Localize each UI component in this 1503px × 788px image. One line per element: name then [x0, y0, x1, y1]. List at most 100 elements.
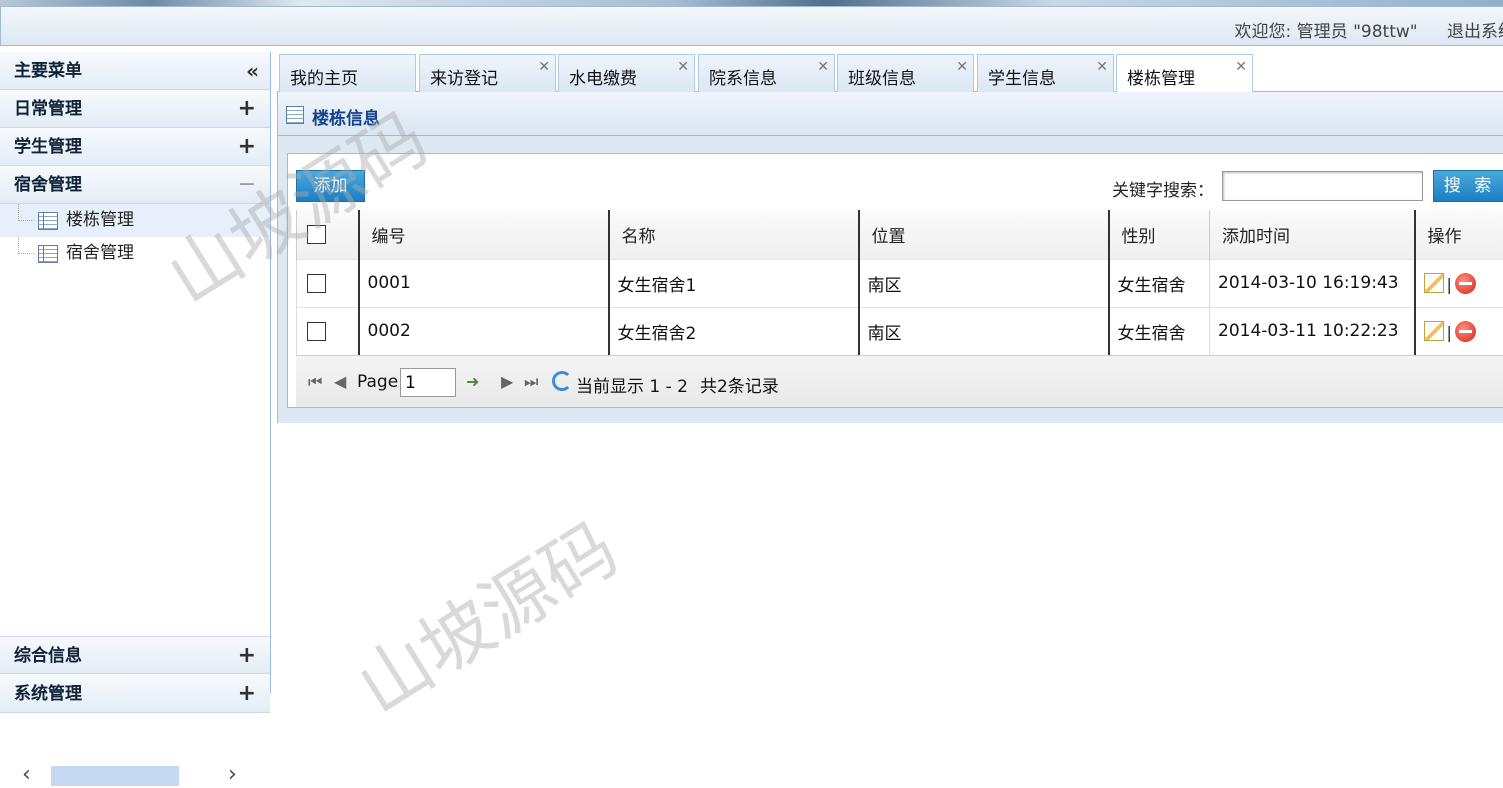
tab-class[interactable]: 班级信息 ✕ [837, 54, 974, 92]
last-page-icon[interactable]: ⏭ [524, 372, 538, 392]
search-button[interactable]: 搜 索 [1433, 170, 1503, 202]
page-number-input[interactable] [400, 368, 456, 397]
tab-home[interactable]: 我的主页 [279, 54, 416, 92]
refresh-icon[interactable] [552, 371, 572, 391]
cell-id: 0001 [359, 259, 609, 307]
close-icon[interactable]: ✕ [817, 59, 829, 75]
pagination-bar: ⏮ ◀ Page ➜ ▶ ⏭ 当前显示 1 - 2共2条记录 [296, 355, 1503, 407]
scroll-left-icon[interactable]: ‹ [22, 762, 31, 787]
panel-title: 楼栋信息 [312, 104, 380, 129]
sidebar-section-dorm[interactable]: 宿舍管理 − [0, 166, 270, 204]
sidebar-section-student[interactable]: 学生管理 + [0, 128, 270, 166]
scrollbar-thumb[interactable] [51, 766, 179, 786]
sidebar-section-daily[interactable]: 日常管理 + [0, 90, 270, 128]
cell-actions: | [1415, 259, 1503, 307]
table-header-row: 编号 名称 位置 性别 添加时间 操作 [297, 210, 1503, 259]
column-header-name[interactable]: 名称 [609, 210, 859, 259]
expand-plus-icon[interactable]: + [238, 675, 256, 713]
delete-icon[interactable] [1455, 321, 1476, 342]
cell-id: 0002 [359, 307, 609, 355]
tree-line [18, 237, 34, 254]
sidebar-item-dorm[interactable]: 宿舍管理 [0, 237, 270, 270]
column-header-location[interactable]: 位置 [859, 210, 1109, 259]
sidebar-section-label: 学生管理 [14, 137, 82, 157]
close-icon[interactable]: ✕ [677, 59, 689, 75]
tab-utility[interactable]: 水电缴费 ✕ [558, 54, 695, 92]
scroll-right-icon[interactable]: › [228, 762, 237, 787]
tree-line [18, 204, 34, 221]
building-table: 编号 名称 位置 性别 添加时间 操作 0001 女生宿舍1 南区 女生宿舍 2… [296, 210, 1503, 355]
column-header-gender[interactable]: 性别 [1109, 210, 1210, 259]
tab-strip: 我的主页 来访登记 ✕ 水电缴费 ✕ 院系信息 ✕ 班级信息 ✕ 学生信息 ✕ … [277, 52, 1503, 92]
cell-name: 女生宿舍2 [609, 307, 859, 355]
column-header-actions: 操作 [1415, 210, 1503, 259]
tab-label: 院系信息 [709, 69, 777, 89]
sidebar-section-system[interactable]: 系统管理 + [0, 675, 270, 713]
table-icon [38, 212, 58, 230]
table-row[interactable]: 0002 女生宿舍2 南区 女生宿舍 2014-03-11 10:22:23 | [297, 307, 1503, 355]
cell-location: 南区 [859, 307, 1109, 355]
close-icon[interactable]: ✕ [1096, 59, 1108, 75]
row-select-cell [297, 307, 359, 355]
add-button[interactable]: 添加 [296, 170, 365, 202]
pager-status: 当前显示 1 - 2 [576, 377, 688, 397]
prev-page-icon[interactable]: ◀ [334, 372, 346, 391]
watermark: 山坡源码 [334, 492, 634, 734]
table-row[interactable]: 0001 女生宿舍1 南区 女生宿舍 2014-03-10 16:19:43 | [297, 259, 1503, 307]
row-checkbox[interactable] [307, 322, 326, 341]
sidebar-item-label: 楼栋管理 [66, 210, 134, 230]
tab-label: 来访登记 [430, 69, 498, 89]
sidebar-item-building[interactable]: 楼栋管理 [0, 204, 270, 237]
go-page-icon[interactable]: ➜ [466, 372, 479, 391]
expand-plus-icon[interactable]: + [238, 90, 256, 128]
sidebar-section-label: 综合信息 [14, 646, 82, 666]
column-header-id[interactable]: 编号 [359, 210, 609, 259]
cell-gender: 女生宿舍 [1109, 307, 1210, 355]
tab-department[interactable]: 院系信息 ✕ [698, 54, 835, 92]
cell-time: 2014-03-10 16:19:43 [1210, 259, 1415, 307]
grid-toolbar: 添加 关键字搜索： 搜 索 [288, 154, 1503, 210]
tab-label: 楼栋管理 [1127, 69, 1195, 89]
keyword-search-label: 关键字搜索： [1112, 176, 1214, 201]
select-all-cell [297, 210, 359, 259]
tab-student[interactable]: 学生信息 ✕ [977, 54, 1114, 92]
first-page-icon[interactable]: ⏮ [308, 372, 322, 392]
top-bar: 欢迎您: 管理员 "98ttw" 退出系统 [0, 6, 1503, 46]
select-all-checkbox[interactable] [307, 225, 326, 244]
panel-header: 楼栋信息 [278, 92, 1503, 136]
edit-pencil-icon[interactable] [1424, 321, 1444, 341]
column-header-time[interactable]: 添加时间 [1210, 210, 1415, 259]
sidebar-horizontal-scrollbar[interactable]: ‹ › [18, 764, 254, 788]
close-icon[interactable]: ✕ [538, 59, 550, 75]
tab-label: 水电缴费 [569, 69, 637, 89]
close-icon[interactable]: ✕ [956, 59, 968, 75]
tab-label: 班级信息 [848, 69, 916, 89]
table-icon [38, 245, 58, 263]
delete-icon[interactable] [1455, 273, 1476, 294]
cell-gender: 女生宿舍 [1109, 259, 1210, 307]
tab-visitor[interactable]: 来访登记 ✕ [419, 54, 556, 92]
sidebar-section-info[interactable]: 综合信息 + [0, 636, 270, 674]
tab-building[interactable]: 楼栋管理 ✕ [1116, 54, 1253, 93]
keyword-search-input[interactable] [1222, 171, 1423, 201]
next-page-icon[interactable]: ▶ [501, 372, 513, 391]
close-icon[interactable]: ✕ [1235, 59, 1247, 75]
collapse-minus-icon[interactable]: − [238, 166, 256, 204]
dorm-tree: 楼栋管理 宿舍管理 ‹ › [0, 204, 270, 624]
cell-actions: | [1415, 307, 1503, 355]
sidebar-item-label: 宿舍管理 [66, 243, 134, 263]
cell-time: 2014-03-11 10:22:23 [1210, 307, 1415, 355]
expand-plus-icon[interactable]: + [238, 637, 256, 675]
welcome-text: 欢迎您: 管理员 "98ttw" [1235, 22, 1418, 42]
logout-link[interactable]: 退出系统 [1447, 22, 1503, 42]
sidebar-section-label: 日常管理 [14, 99, 82, 119]
row-checkbox[interactable] [307, 274, 326, 293]
sidebar: 主要菜单 « 日常管理 + 学生管理 + 宿舍管理 − 楼栋管理 宿舍管理 ‹ … [0, 52, 271, 693]
expand-plus-icon[interactable]: + [238, 128, 256, 166]
tab-label: 我的主页 [290, 69, 358, 89]
sidebar-main-menu-title: 主要菜单 [14, 61, 82, 81]
action-separator: | [1447, 323, 1452, 342]
edit-pencil-icon[interactable] [1424, 273, 1444, 293]
collapse-double-left-icon[interactable]: « [246, 52, 256, 90]
cell-name: 女生宿舍1 [609, 259, 859, 307]
